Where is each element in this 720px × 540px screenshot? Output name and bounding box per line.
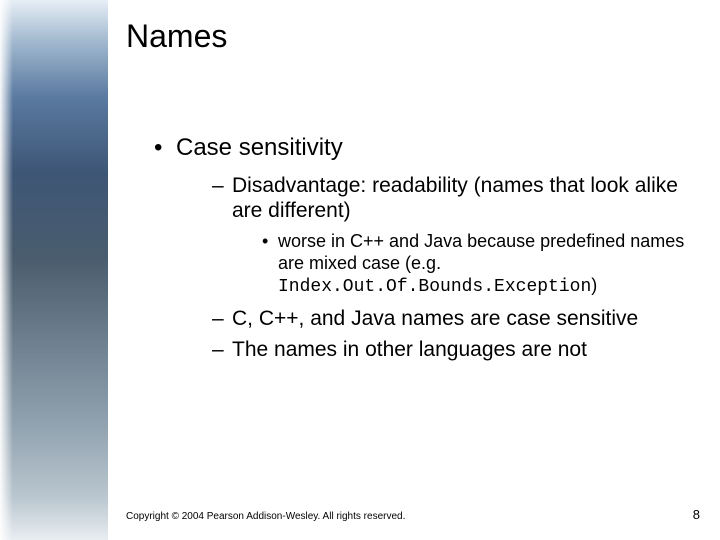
list-item: Disadvantage: readability (names that lo… <box>212 173 692 298</box>
bullet-text: Disadvantage: readability (names that lo… <box>232 174 678 222</box>
bullet-text: The names in other languages are not <box>232 338 587 361</box>
list-item: The names in other languages are not <box>212 337 692 362</box>
bullet-text: worse in C++ and Java because predefined… <box>278 231 684 273</box>
content-area: Names Case sensitivity Disadvantage: rea… <box>108 0 720 540</box>
bullet-list-level2: Disadvantage: readability (names that lo… <box>176 173 692 363</box>
list-item: Case sensitivity Disadvantage: readabili… <box>154 133 692 363</box>
bullet-text: Case sensitivity <box>176 134 343 161</box>
sidebar-image <box>0 0 108 540</box>
bullet-text: C, C++, and Java names are case sensitiv… <box>232 307 638 330</box>
list-item: C, C++, and Java names are case sensitiv… <box>212 306 692 331</box>
copyright-footer: Copyright © 2004 Pearson Addison-Wesley.… <box>126 511 405 522</box>
page-number: 8 <box>693 507 700 522</box>
list-item: worse in C++ and Java because predefined… <box>262 231 692 298</box>
slide-title: Names <box>126 18 692 55</box>
slide: Names Case sensitivity Disadvantage: rea… <box>0 0 720 540</box>
bullet-text: ) <box>591 275 597 295</box>
code-text: Index.Out.Of.Bounds.Exception <box>278 277 591 297</box>
bullet-list-level3: worse in C++ and Java because predefined… <box>232 231 692 298</box>
bullet-list-level1: Case sensitivity Disadvantage: readabili… <box>126 133 692 363</box>
